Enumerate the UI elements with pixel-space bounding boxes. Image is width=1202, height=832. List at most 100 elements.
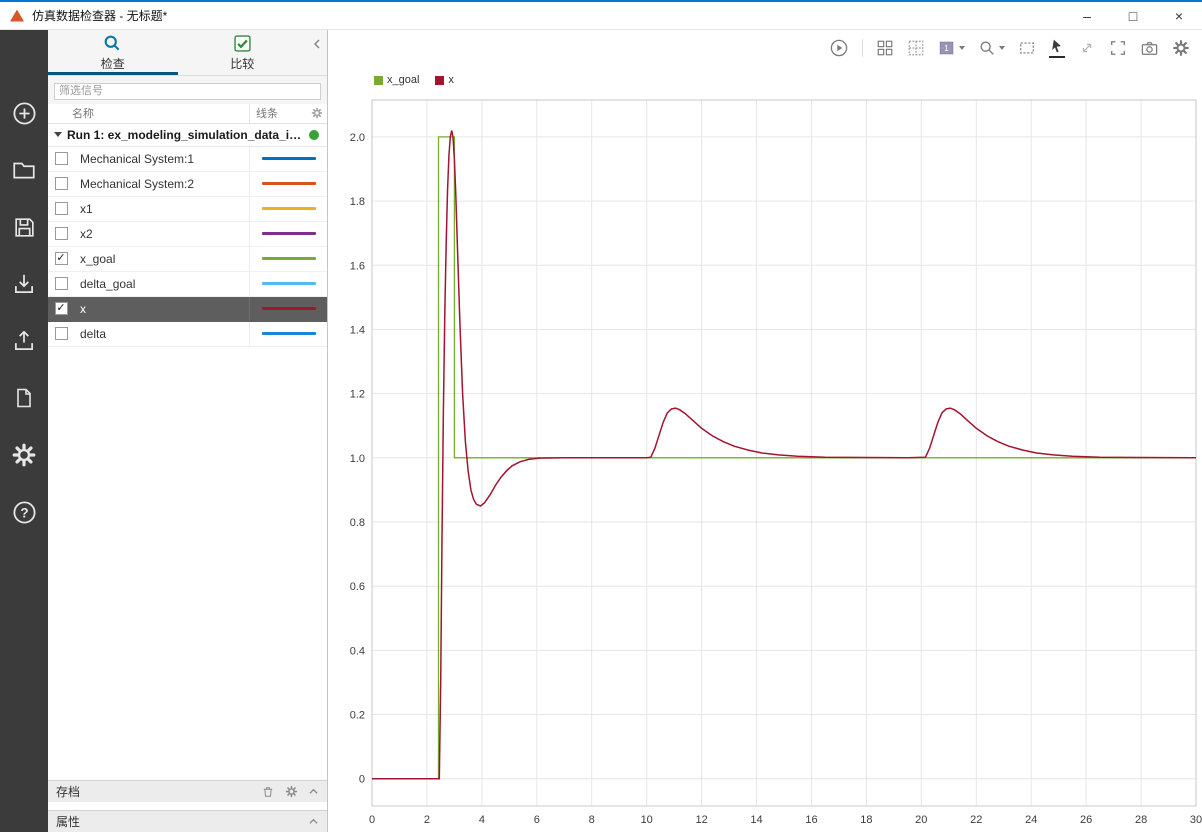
svg-text:0.6: 0.6 <box>350 581 365 593</box>
signal-row-x2[interactable]: x2 <box>48 221 327 247</box>
minimize-button[interactable]: – <box>1064 2 1110 30</box>
plot-legend: x_goal x <box>374 74 454 86</box>
column-settings-gear-icon[interactable] <box>311 107 323 119</box>
close-button[interactable]: × <box>1156 2 1202 30</box>
signal-checkbox[interactable] <box>54 152 68 165</box>
report-button[interactable] <box>9 385 39 411</box>
chevron-down-icon <box>959 46 965 50</box>
legend-item-x[interactable]: x <box>435 74 454 86</box>
svg-text:?: ? <box>20 505 28 520</box>
svg-text:12: 12 <box>695 814 707 826</box>
svg-text:0.4: 0.4 <box>350 645 365 657</box>
filter-signals-input[interactable] <box>54 82 321 100</box>
chevron-up-icon[interactable] <box>308 817 319 826</box>
legend-label: x <box>448 74 454 86</box>
chart-toolbar: 1 <box>829 38 1190 58</box>
svg-text:0.2: 0.2 <box>350 710 365 722</box>
signal-sidebar: 检查 比较 名称 线条 <box>48 30 328 832</box>
tab-compare[interactable]: 比较 <box>178 30 308 75</box>
signal-row-mechanical-system-2[interactable]: Mechanical System:2 <box>48 171 327 197</box>
expand-corners-icon <box>1111 41 1125 55</box>
subplot-grid-button[interactable] <box>907 39 925 57</box>
pointer-tool-button[interactable] <box>1049 38 1065 58</box>
column-header-line[interactable]: 线条 <box>256 105 278 121</box>
svg-text:10: 10 <box>641 814 653 826</box>
properties-label: 属性 <box>56 815 81 829</box>
svg-text:30: 30 <box>1190 814 1202 826</box>
layout-grid-button[interactable] <box>876 39 894 57</box>
open-button[interactable] <box>9 157 39 183</box>
time-plot[interactable]: 00.20.40.60.81.01.21.41.61.82.00 2 4 6 8 10 12… <box>328 86 1202 832</box>
svg-text:1.4: 1.4 <box>350 325 365 337</box>
signal-checkbox[interactable] <box>54 202 68 215</box>
svg-text:8: 8 <box>589 814 595 826</box>
signal-line-swatch <box>261 232 316 235</box>
legend-item-x-goal[interactable]: x_goal <box>374 74 419 86</box>
layout-one-dropdown[interactable]: 1 <box>938 39 965 57</box>
signal-name: x <box>80 301 86 316</box>
signal-line-swatch <box>261 257 316 260</box>
svg-text:2: 2 <box>424 814 430 826</box>
snapshot-button[interactable] <box>1140 39 1159 58</box>
svg-text:1.6: 1.6 <box>350 260 365 272</box>
tab-inspect[interactable]: 检查 <box>48 30 178 75</box>
run-group-row[interactable]: Run 1: ex_modeling_simulation_data_insp.… <box>48 124 327 147</box>
signal-name: delta_goal <box>80 276 136 291</box>
preferences-button[interactable] <box>9 442 39 468</box>
add-button[interactable] <box>9 100 39 126</box>
fit-to-view-button[interactable] <box>1018 39 1036 57</box>
signal-line-swatch <box>261 332 316 335</box>
compare-check-icon <box>234 35 251 52</box>
run-status-dot <box>309 129 319 140</box>
save-button[interactable] <box>9 214 39 240</box>
signal-checkbox[interactable] <box>54 277 68 290</box>
legend-label: x_goal <box>387 74 420 86</box>
plus-circle-icon <box>12 101 36 125</box>
signal-checkbox[interactable] <box>54 177 68 190</box>
import-arrow-icon <box>15 274 33 293</box>
signal-line-swatch <box>261 207 316 210</box>
archive-panel-bar[interactable]: 存档 <box>48 780 327 802</box>
run-expander-caret-icon[interactable] <box>54 132 62 137</box>
signal-checkbox[interactable] <box>54 227 68 240</box>
help-button[interactable]: ? <box>9 499 39 525</box>
signal-row-delta-goal[interactable]: delta_goal <box>48 271 327 297</box>
collapse-sidebar-button[interactable] <box>307 30 327 75</box>
chart-settings-button[interactable] <box>1172 39 1190 57</box>
column-header-name[interactable]: 名称 <box>48 104 249 123</box>
panel-gap <box>48 802 327 810</box>
cursor-arrow-icon <box>1052 39 1061 53</box>
archive-gear-icon[interactable] <box>285 785 298 798</box>
maximize-button[interactable]: □ <box>1110 2 1156 30</box>
legend-swatch <box>374 75 383 85</box>
zoom-dropdown[interactable] <box>978 39 1005 57</box>
signal-checkbox[interactable] <box>54 327 68 340</box>
signal-row-x[interactable]: ✓ x <box>48 296 327 322</box>
gear-icon <box>12 443 36 467</box>
run-playback-button[interactable] <box>829 38 849 58</box>
properties-panel-bar[interactable]: 属性 <box>48 810 327 832</box>
archive-label: 存档 <box>56 785 81 799</box>
export-button[interactable] <box>9 328 39 354</box>
app-window: 仿真数据检查器 - 无标题* – □ × ? 检查 比较 筛选信号 名称 线条 … <box>0 0 1202 832</box>
run-label: Run 1: ex_modeling_simulation_data_insp.… <box>67 127 303 142</box>
svg-text:4: 4 <box>479 814 485 826</box>
import-button[interactable] <box>9 271 39 297</box>
gear-icon <box>1173 40 1189 56</box>
diagonal-arrows-icon <box>1082 43 1092 53</box>
subplot-dashed-grid-icon <box>908 40 924 56</box>
signal-line-swatch <box>261 157 316 160</box>
signal-row-mechanical-system-1[interactable]: Mechanical System:1 <box>48 146 327 172</box>
signal-row-x-goal[interactable]: ✓ x_goal <box>48 246 327 272</box>
signal-row-x1[interactable]: x1 <box>48 196 327 222</box>
sidebar-tabs: 检查 比较 <box>48 30 327 76</box>
fullscreen-button[interactable] <box>1109 39 1127 57</box>
signal-checkbox[interactable]: ✓ <box>54 252 68 265</box>
diagonal-resize-button[interactable] <box>1078 39 1096 57</box>
zoom-magnifier-icon <box>980 41 994 55</box>
trash-icon[interactable] <box>261 785 275 799</box>
chevron-up-icon[interactable] <box>308 787 319 796</box>
signal-checkbox[interactable]: ✓ <box>54 302 68 315</box>
signal-row-delta[interactable]: delta <box>48 321 327 347</box>
signal-name: x2 <box>80 226 93 241</box>
